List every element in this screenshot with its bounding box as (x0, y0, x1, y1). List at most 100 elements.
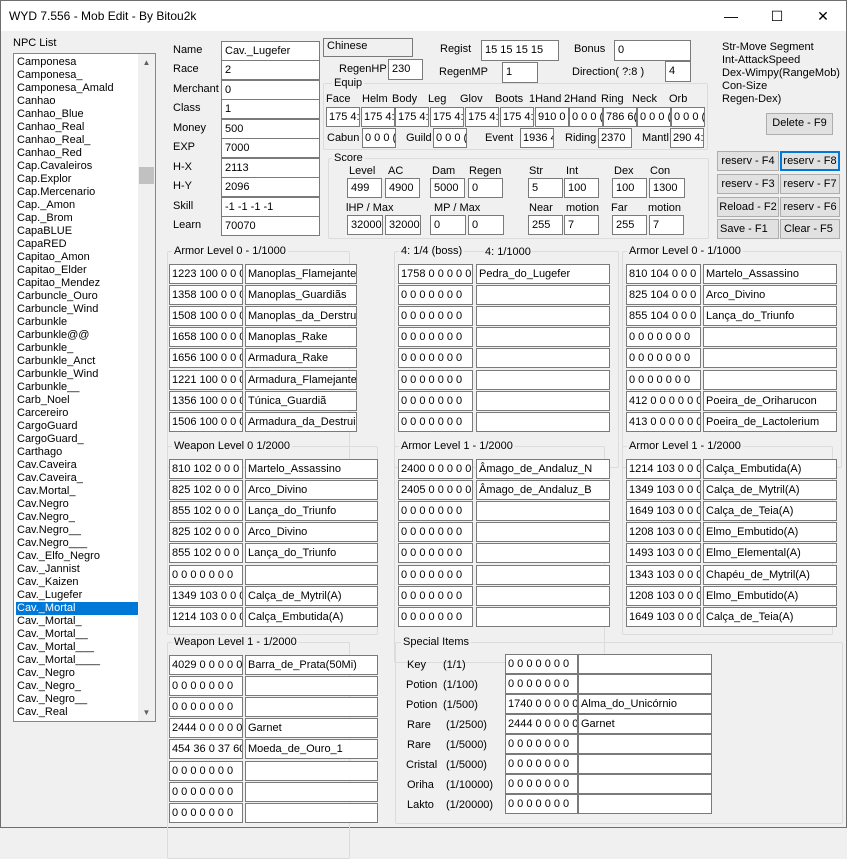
list-item[interactable]: Camponesa_Amald (16, 82, 138, 95)
drop-code-input[interactable]: 1506 100 0 0 0 (169, 412, 243, 432)
drop-code-input[interactable]: 1349 103 0 0 0 (169, 586, 243, 606)
list-item[interactable]: Cap.Cavaleiros (16, 160, 138, 173)
list-item[interactable]: Cav._Mortal__ (16, 628, 138, 641)
drop-code-input[interactable]: 1508 100 0 0 0 (169, 306, 243, 326)
drop-code-input[interactable]: 0 0 0 0 0 0 0 (398, 522, 473, 542)
drop-code-input[interactable]: 0 0 0 0 0 0 0 (626, 370, 701, 390)
drop-code-input[interactable]: 454 36 0 37 60 (169, 739, 243, 759)
list-item[interactable]: Cav.Caveira_ (16, 472, 138, 485)
list-item[interactable]: Camponesa_ (16, 69, 138, 82)
drop-code-input[interactable]: 0 0 0 0 0 0 0 (398, 607, 473, 627)
drop-code-input[interactable]: 0 0 0 0 0 0 0 (398, 285, 473, 305)
drop-code-input[interactable]: 855 102 0 0 0 (169, 501, 243, 521)
list-item[interactable]: Cap._Amon (16, 199, 138, 212)
exp-input[interactable]: 7000 (221, 138, 320, 158)
reserv-f3-button[interactable]: reserv - F3 (717, 174, 779, 194)
scroll-down-icon[interactable]: ▼ (138, 704, 155, 721)
list-item[interactable]: Canhao_Red (16, 147, 138, 160)
drop-code-input[interactable]: 825 102 0 0 0 (169, 480, 243, 500)
drop-code-input[interactable]: 810 104 0 0 0 (626, 264, 701, 284)
list-item[interactable]: Cap._Brom (16, 212, 138, 225)
drop-code-input[interactable]: 0 0 0 0 0 0 0 (169, 782, 243, 802)
drop-code-input[interactable]: 1658 100 0 0 0 (169, 327, 243, 347)
list-item[interactable]: Cav.Negro_ (16, 511, 138, 524)
drop-code-input[interactable]: 0 0 0 0 0 0 0 (398, 501, 473, 521)
scroll-up-icon[interactable]: ▲ (138, 54, 155, 71)
near-input[interactable]: 255 (528, 215, 563, 235)
hp-input[interactable]: 32000 (347, 215, 383, 235)
equip-input-1hand[interactable]: 910 0 (535, 107, 569, 127)
money-input[interactable]: 500 (221, 119, 320, 139)
list-item[interactable]: Cav._Negro__ (16, 693, 138, 706)
special-code-input[interactable]: 0 0 0 0 0 0 0 (505, 794, 578, 814)
list-item[interactable]: Capitao_Mendez (16, 277, 138, 290)
list-item[interactable]: Carbunkle_ (16, 342, 138, 355)
list-item[interactable]: Cav._Elfo_Negro (16, 550, 138, 563)
save-button[interactable]: Save - F1 (717, 219, 779, 239)
npc-list[interactable]: ▲ ▼ Camponesa Camponesa_ Camponesa_Amald Ca… (13, 53, 156, 722)
equip-input-face[interactable]: 175 4: (326, 107, 360, 127)
equip-input-orb[interactable]: 0 0 0 ( (671, 107, 705, 127)
drop-code-input[interactable]: 1358 100 0 0 0 (169, 285, 243, 305)
drop-code-input[interactable]: 1343 103 0 0 0 (626, 565, 701, 585)
list-item[interactable]: Carbunkle_Wind (16, 368, 138, 381)
list-item[interactable]: Camponesa (16, 56, 138, 69)
list-item[interactable]: Canhao_Real (16, 121, 138, 134)
scroll-thumb[interactable] (139, 167, 154, 184)
dex-input[interactable]: 100 (612, 178, 647, 198)
drop-code-input[interactable]: 810 102 0 0 0 (169, 459, 243, 479)
list-item[interactable]: Carcereiro (16, 407, 138, 420)
drop-code-input[interactable]: 1493 103 0 0 0 (626, 543, 701, 563)
drop-code-input[interactable]: 4029 0 0 0 0 0 (169, 655, 243, 675)
special-code-input[interactable]: 1740 0 0 0 0 0 (505, 694, 578, 714)
drop-code-input[interactable]: 0 0 0 0 0 0 0 (398, 306, 473, 326)
con-input[interactable]: 1300 (649, 178, 685, 198)
level-input[interactable]: 499 (347, 178, 382, 198)
list-item[interactable]: Canhao (16, 95, 138, 108)
language-field[interactable]: Chinese (323, 38, 413, 57)
list-item[interactable]: Carbunkle__ (16, 381, 138, 394)
list-item[interactable]: Cav._Mortal (16, 602, 138, 615)
list-item[interactable]: Carbunkle_Anct (16, 355, 138, 368)
drop-code-input[interactable]: 855 104 0 0 0 (626, 306, 701, 326)
regenhp-input[interactable]: 230 (388, 59, 423, 80)
list-item[interactable]: Canhao_Blue (16, 108, 138, 121)
drop-code-input[interactable]: 0 0 0 0 0 0 0 (626, 327, 701, 347)
drop-code-input[interactable]: 0 0 0 0 0 0 0 (169, 565, 243, 585)
drop-code-input[interactable]: 2405 0 0 0 0 0 (398, 480, 473, 500)
list-item[interactable]: Cav._Negro_ (16, 680, 138, 693)
drop-code-input[interactable]: 825 104 0 0 0 (626, 285, 701, 305)
list-item[interactable]: Cav._Mortal___ (16, 641, 138, 654)
equip-input-neck[interactable]: 0 0 0 ( (637, 107, 671, 127)
name-input[interactable]: Cav._Lugefer (221, 41, 320, 61)
drop-code-input[interactable]: 1208 103 0 0 0 (626, 522, 701, 542)
drop-code-input[interactable]: 0 0 0 0 0 0 0 (398, 391, 473, 411)
equip-extra-input[interactable]: 0 0 0 ( (433, 128, 467, 148)
list-item[interactable]: Cav._Mortal____ (16, 654, 138, 667)
list-item[interactable]: Carbuncle_Wind (16, 303, 138, 316)
list-item[interactable]: CargoGuard (16, 420, 138, 433)
drop-code-input[interactable]: 1214 103 0 0 0 (626, 459, 701, 479)
drop-code-input[interactable]: 0 0 0 0 0 0 0 (398, 586, 473, 606)
special-code-input[interactable]: 0 0 0 0 0 0 0 (505, 654, 578, 674)
drop-code-input[interactable]: 855 102 0 0 0 (169, 543, 243, 563)
bonus-input[interactable]: 0 (614, 40, 691, 61)
merchant-input[interactable]: 0 (221, 80, 320, 100)
equip-input-ring[interactable]: 786 6( (603, 107, 637, 127)
list-item[interactable]: Cav.Caveira (16, 459, 138, 472)
special-code-input[interactable]: 0 0 0 0 0 0 0 (505, 754, 578, 774)
reserv-f7-button[interactable]: reserv - F7 (780, 174, 840, 194)
class-input[interactable]: 1 (221, 99, 320, 119)
minimize-button[interactable]: — (708, 1, 754, 31)
reload-button[interactable]: Reload - F2 (717, 197, 779, 217)
drop-code-input[interactable]: 0 0 0 0 0 0 0 (169, 761, 243, 781)
equip-extra-input[interactable]: 290 4: (670, 128, 704, 148)
drop-code-input[interactable]: 0 0 0 0 0 0 0 (169, 676, 243, 696)
list-item[interactable]: Cav.Negro__ (16, 524, 138, 537)
list-item[interactable]: Cav.Negro___ (16, 537, 138, 550)
equip-input-2hand[interactable]: 0 0 0 ( (569, 107, 603, 127)
drop-code-input[interactable]: 412 0 0 0 0 0 0 (626, 391, 701, 411)
drop-code-input[interactable]: 1649 103 0 0 0 (626, 501, 701, 521)
str-input[interactable]: 5 (528, 178, 563, 198)
list-item[interactable]: Cav.Negro (16, 498, 138, 511)
